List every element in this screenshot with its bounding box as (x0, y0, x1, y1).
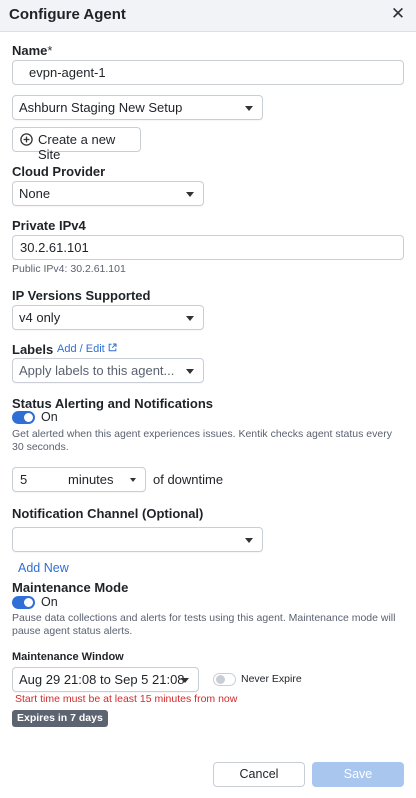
create-site-button[interactable]: Create a new Site (12, 127, 141, 162)
maintenance-window-label: Maintenance Window (12, 651, 124, 663)
ip-versions-value: v4 only (19, 310, 61, 325)
labels-edit-link[interactable]: Add / Edit (57, 343, 117, 355)
chevron-down-icon (186, 192, 194, 197)
private-ipv4-label: Private IPv4 (12, 218, 86, 233)
labels-select[interactable]: Apply labels to this agent... (12, 358, 204, 383)
ip-versions-select[interactable]: v4 only (12, 305, 204, 330)
ip-versions-label: IP Versions Supported (12, 288, 151, 303)
cloud-provider-select[interactable]: None (12, 181, 204, 206)
maintenance-mode-label: Maintenance Mode (12, 580, 129, 595)
site-select[interactable]: Ashburn Staging New Setup (12, 95, 263, 120)
status-alerting-state: On (41, 410, 58, 424)
external-link-icon (108, 343, 117, 352)
plus-circle-icon (20, 133, 33, 146)
cancel-button[interactable]: Cancel (213, 762, 305, 787)
labels-label: Labels (12, 342, 54, 357)
public-ipv4-hint: Public IPv4: 30.2.61.101 (12, 263, 126, 275)
expires-badge: Expires in 7 days (12, 710, 108, 727)
required-mark: * (47, 43, 53, 58)
status-alerting-label: Status Alerting and Notifications (12, 396, 214, 411)
site-select-value: Ashburn Staging New Setup (19, 100, 183, 115)
dialog-header: Configure Agent ✕ (0, 0, 416, 32)
chevron-down-icon (186, 369, 194, 374)
toggle-knob (24, 598, 33, 607)
create-site-label: Create a new Site (38, 132, 116, 162)
maintenance-mode-description: Pause data collections and alerts for te… (12, 612, 396, 637)
maintenance-mode-state: On (41, 595, 58, 609)
status-alerting-toggle[interactable] (12, 411, 35, 424)
notification-channel-label: Notification Channel (Optional) (12, 506, 204, 521)
maintenance-mode-toggle[interactable] (12, 596, 35, 609)
never-expire-label: Never Expire (241, 673, 302, 685)
labels-edit-text: Add / Edit (57, 343, 105, 355)
maintenance-window-range: Aug 29 21:08 to Sep 5 21:08 (19, 672, 185, 687)
toggle-knob (216, 675, 225, 684)
name-input[interactable]: evpn-agent-1 (12, 60, 404, 85)
chevron-down-icon (181, 678, 189, 683)
cloud-provider-value: None (19, 186, 51, 201)
private-ipv4-input[interactable]: 30.2.61.101 (12, 235, 404, 260)
cloud-provider-label: Cloud Provider (12, 164, 106, 179)
downtime-unit: minutes (68, 472, 114, 487)
chevron-down-icon (130, 478, 136, 482)
save-button[interactable]: Save (312, 762, 404, 787)
downtime-suffix: of downtime (153, 472, 224, 487)
name-label-text: Name (12, 43, 48, 58)
chevron-down-icon (186, 316, 194, 321)
add-new-channel-link[interactable]: Add New (18, 561, 69, 575)
name-label: Name* (12, 43, 52, 58)
labels-placeholder: Apply labels to this agent... (19, 363, 175, 378)
downtime-value: 5 (20, 472, 28, 487)
notification-channel-select[interactable] (12, 527, 263, 552)
chevron-down-icon (245, 538, 253, 543)
maintenance-window-error: Start time must be at least 15 minutes f… (15, 693, 238, 705)
close-icon[interactable]: ✕ (390, 5, 406, 23)
downtime-duration-select[interactable]: 5 minutes (12, 467, 146, 492)
maintenance-window-range-select[interactable]: Aug 29 21:08 to Sep 5 21:08 (12, 667, 199, 692)
status-alerting-description: Get alerted when this agent experiences … (12, 428, 392, 453)
toggle-knob (24, 413, 33, 422)
chevron-down-icon (245, 106, 253, 111)
never-expire-toggle[interactable] (213, 673, 236, 686)
dialog-title: Configure Agent (9, 6, 126, 23)
